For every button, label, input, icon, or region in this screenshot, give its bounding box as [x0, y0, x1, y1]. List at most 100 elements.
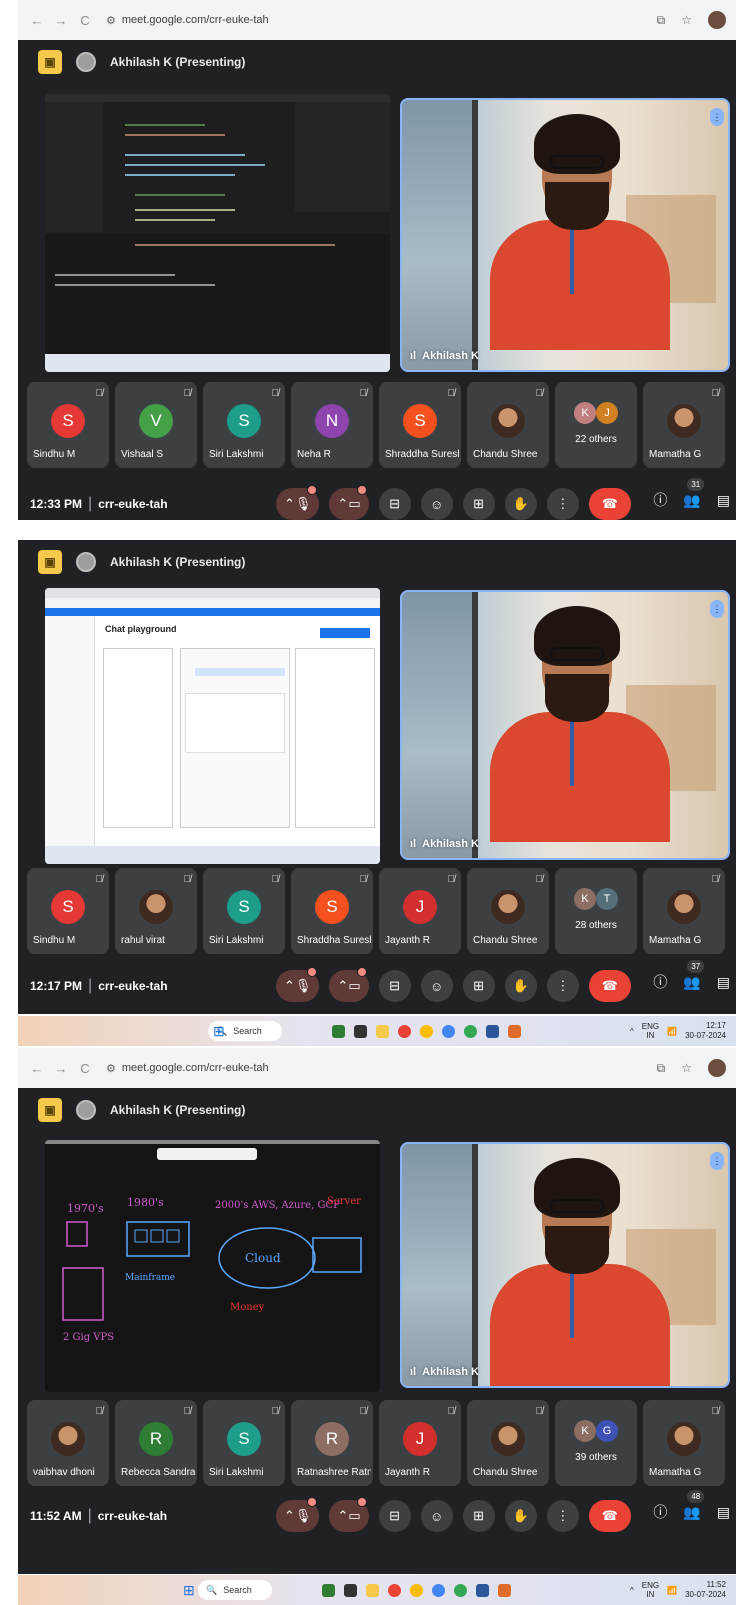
- participant-tile[interactable]: K G 39 others: [555, 1400, 637, 1486]
- mic-toggle-button[interactable]: ⌃ 🎙: [276, 1497, 320, 1532]
- info-icon[interactable]: ⓘ: [653, 972, 667, 992]
- back-button[interactable]: ←: [28, 1061, 46, 1076]
- more-options-icon[interactable]: ⋮: [710, 600, 724, 618]
- chrome-icon[interactable]: [388, 1583, 401, 1597]
- chat-icon[interactable]: ▤: [717, 1504, 730, 1521]
- people-button[interactable]: 48 👥: [683, 1489, 705, 1521]
- app-icon[interactable]: [332, 1024, 345, 1038]
- site-settings-icon[interactable]: ⚙: [106, 1062, 116, 1075]
- camera-toggle-button[interactable]: ⌃ ▭: [329, 485, 369, 520]
- app-icon[interactable]: [498, 1583, 511, 1597]
- leave-call-button[interactable]: ☎: [588, 1500, 631, 1532]
- participant-tile[interactable]: 🎙̸ J Jayanth R: [379, 868, 461, 954]
- speaker-tile[interactable]: ⋮ ıl Akhilash K: [400, 590, 730, 860]
- chrome-icon[interactable]: [410, 1583, 423, 1597]
- bookmark-star-icon[interactable]: ☆: [681, 1061, 692, 1075]
- address-bar[interactable]: ⚙ meet.google.com/crr-euke-tah: [106, 14, 269, 27]
- chat-icon[interactable]: ▤: [717, 974, 730, 991]
- app-icon[interactable]: [366, 1583, 379, 1597]
- participant-tile[interactable]: K T 28 others: [555, 868, 637, 954]
- chrome-icon[interactable]: [420, 1024, 433, 1038]
- participant-tile[interactable]: 🎙̸ R Rebecca Sandra: [115, 1400, 197, 1486]
- forward-button[interactable]: →: [52, 1061, 70, 1076]
- windows-start-icon[interactable]: ⊞: [213, 1023, 225, 1040]
- emoji-button[interactable]: ☺: [420, 488, 453, 520]
- app-icon[interactable]: [354, 1024, 367, 1038]
- participant-tile[interactable]: 🎙̸ S Siri Lakshmi: [203, 382, 285, 468]
- participant-tile[interactable]: 🎙̸ V Vishaal S: [115, 382, 197, 468]
- chrome-icon[interactable]: [432, 1583, 445, 1597]
- participant-tile[interactable]: 🎙̸ S Shraddha Suresh: [379, 382, 461, 468]
- windows-start-icon[interactable]: ⊞: [183, 1582, 195, 1599]
- chrome-icon[interactable]: [398, 1024, 411, 1038]
- reload-button[interactable]: C: [76, 13, 94, 28]
- participant-tile[interactable]: 🎙̸ S Siri Lakshmi: [203, 868, 285, 954]
- word-icon[interactable]: [476, 1583, 489, 1597]
- app-icon[interactable]: [508, 1024, 521, 1038]
- app-icon[interactable]: [344, 1583, 357, 1597]
- more-options-button[interactable]: ⋮: [546, 488, 579, 520]
- captions-button[interactable]: ⊟: [378, 970, 411, 1002]
- lang-indicator[interactable]: ENG IN: [642, 1581, 659, 1599]
- speaker-tile[interactable]: ⋮ ıl Akhilash K: [400, 98, 730, 372]
- chevron-up-icon[interactable]: ^: [630, 1586, 634, 1595]
- participant-tile[interactable]: 🎙̸ S Sindhu M: [27, 382, 109, 468]
- taskbar-search[interactable]: 🔍 Search: [198, 1580, 272, 1600]
- participant-tile[interactable]: 🎙̸ N Neha R: [291, 382, 373, 468]
- raise-hand-button[interactable]: ✋: [504, 1500, 537, 1532]
- mic-toggle-button[interactable]: ⌃ 🎙: [276, 485, 320, 520]
- word-icon[interactable]: [486, 1024, 499, 1038]
- more-options-icon[interactable]: ⋮: [710, 108, 724, 126]
- emoji-button[interactable]: ☺: [420, 970, 453, 1002]
- emoji-button[interactable]: ☺: [420, 1500, 453, 1532]
- chat-icon[interactable]: ▤: [717, 492, 730, 509]
- participant-tile[interactable]: 🎙̸ S Sindhu M: [27, 868, 109, 954]
- app-icon[interactable]: [376, 1024, 389, 1038]
- bookmark-star-icon[interactable]: ☆: [681, 13, 692, 27]
- info-icon[interactable]: ⓘ: [653, 490, 667, 510]
- more-options-button[interactable]: ⋮: [546, 1500, 579, 1532]
- profile-avatar[interactable]: [708, 11, 726, 29]
- participant-tile[interactable]: K J 22 others: [555, 382, 637, 468]
- participant-tile[interactable]: 🎙̸ Chandu Shree: [467, 1400, 549, 1486]
- present-button[interactable]: ⊞: [462, 970, 495, 1002]
- site-settings-icon[interactable]: ⚙: [106, 14, 116, 27]
- app-icon[interactable]: [322, 1583, 335, 1597]
- reload-button[interactable]: C: [76, 1061, 94, 1076]
- install-icon[interactable]: ⧉: [657, 1061, 666, 1076]
- forward-button[interactable]: →: [52, 13, 70, 28]
- install-icon[interactable]: ⧉: [657, 13, 666, 28]
- wifi-icon[interactable]: 📶: [667, 1586, 677, 1595]
- camera-toggle-button[interactable]: ⌃ ▭: [329, 967, 369, 1002]
- present-to-all-icon[interactable]: ▣: [38, 1098, 62, 1122]
- camera-toggle-button[interactable]: ⌃ ▭: [329, 1497, 369, 1532]
- taskbar-clock[interactable]: 11:52 30-07-2024: [685, 1580, 726, 1600]
- participant-tile[interactable]: 🎙̸ S Siri Lakshmi: [203, 1400, 285, 1486]
- leave-call-button[interactable]: ☎: [588, 488, 631, 520]
- participant-tile[interactable]: 🎙̸ rahul virat: [115, 868, 197, 954]
- participant-tile[interactable]: 🎙̸ R Ratnashree Ratn...: [291, 1400, 373, 1486]
- participant-tile[interactable]: 🎙̸ J Jayanth R: [379, 1400, 461, 1486]
- raise-hand-button[interactable]: ✋: [504, 970, 537, 1002]
- more-options-icon[interactable]: ⋮: [710, 1152, 724, 1170]
- more-options-button[interactable]: ⋮: [546, 970, 579, 1002]
- chrome-icon[interactable]: [442, 1024, 455, 1038]
- lang-indicator[interactable]: ENG IN: [642, 1022, 659, 1040]
- taskbar-clock[interactable]: 12:17 30-07-2024: [685, 1021, 726, 1041]
- raise-hand-button[interactable]: ✋: [504, 488, 537, 520]
- captions-button[interactable]: ⊟: [378, 488, 411, 520]
- people-button[interactable]: 31 👥: [683, 477, 705, 509]
- mic-toggle-button[interactable]: ⌃ 🎙: [276, 967, 320, 1002]
- leave-call-button[interactable]: ☎: [588, 970, 631, 1002]
- participant-tile[interactable]: 🎙̸ Chandu Shree: [467, 868, 549, 954]
- participant-tile[interactable]: 🎙̸ S Shraddha Suresh: [291, 868, 373, 954]
- participant-tile[interactable]: 🎙̸ Mamatha G: [643, 382, 725, 468]
- participant-tile[interactable]: 🎙̸ Mamatha G: [643, 1400, 725, 1486]
- present-to-all-icon[interactable]: ▣: [38, 550, 62, 574]
- chrome-icon[interactable]: [454, 1583, 467, 1597]
- chevron-up-icon[interactable]: ^: [630, 1027, 634, 1036]
- back-button[interactable]: ←: [28, 13, 46, 28]
- participant-tile[interactable]: 🎙̸ vaibhav dhoni: [27, 1400, 109, 1486]
- present-button[interactable]: ⊞: [462, 488, 495, 520]
- participant-tile[interactable]: 🎙̸ Mamatha G: [643, 868, 725, 954]
